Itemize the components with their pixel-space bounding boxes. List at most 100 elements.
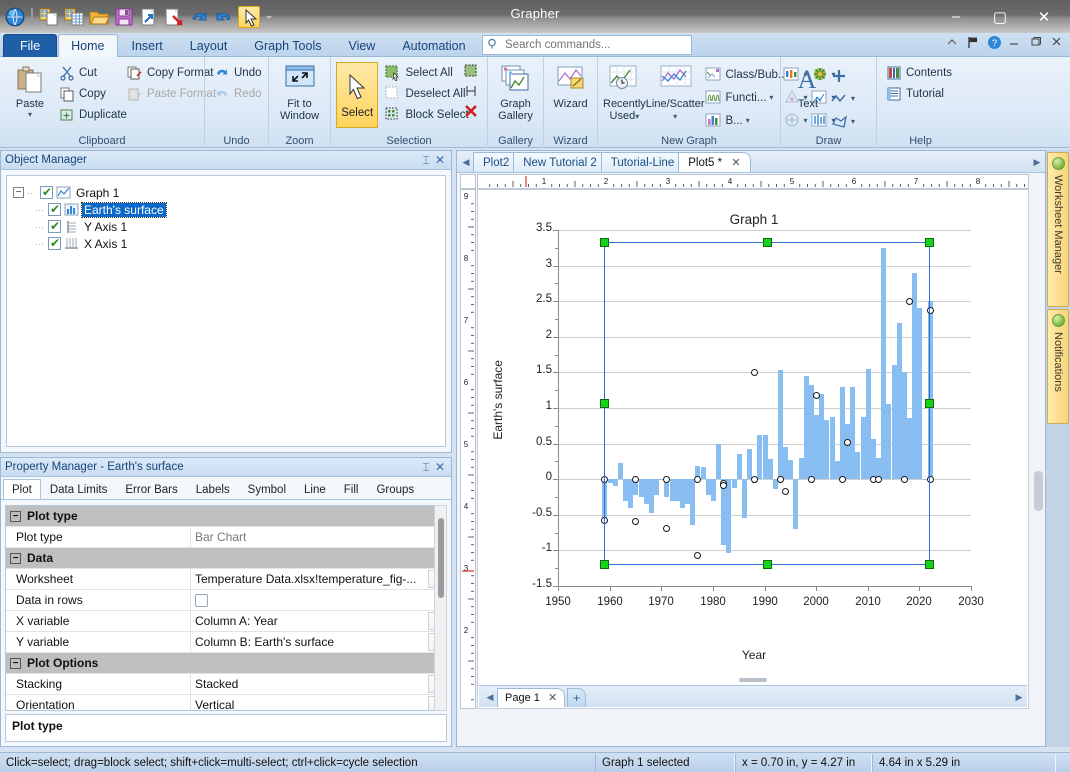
scrollbar-thumb[interactable]: [438, 518, 444, 598]
property-row-orientation[interactable]: Orientation Vertical ▾: [6, 694, 446, 710]
page-nav-right-icon[interactable]: ▶: [1011, 687, 1027, 707]
selection-handle-middle-left[interactable]: [599, 398, 609, 408]
property-manager-close-button[interactable]: ✕: [433, 460, 447, 474]
tree-item-y-axis-1[interactable]: ··· Y Axis 1: [7, 218, 445, 235]
scrollbar-thumb[interactable]: [1034, 471, 1043, 511]
tree-item-graph-1[interactable]: − ·· Graph 1: [7, 184, 445, 201]
visibility-checkbox[interactable]: [40, 185, 53, 199]
function-plot-button[interactable]: Functi... ▾: [705, 87, 783, 108]
selection-handle-bottom-center[interactable]: [762, 560, 772, 570]
tab-insert[interactable]: Insert: [119, 34, 176, 57]
expander-icon[interactable]: −: [10, 552, 21, 564]
copy-button[interactable]: Copy: [55, 84, 123, 104]
visibility-checkbox[interactable]: [48, 219, 61, 233]
visibility-checkbox[interactable]: [48, 202, 61, 216]
tutorial-button[interactable]: Tutorial: [882, 84, 956, 104]
property-row-worksheet[interactable]: Worksheet Temperature Data.xlsx!temperat…: [6, 568, 446, 590]
property-group-plot-options[interactable]: − Plot Options: [6, 653, 446, 674]
expander-icon[interactable]: −: [10, 657, 21, 669]
fit-to-window-button[interactable]: Fit to Window: [274, 62, 325, 122]
tab-labels[interactable]: Labels: [187, 479, 239, 499]
property-row-plot-type[interactable]: Plot type Bar Chart: [6, 526, 446, 548]
plot-tab-new-tutorial-2[interactable]: New Tutorial 2: [513, 152, 607, 172]
close-window-icon[interactable]: [1050, 35, 1064, 51]
redo-button[interactable]: Redo: [210, 84, 266, 104]
property-value[interactable]: Temperature Data.xlsx!temperature_fig-..…: [191, 569, 446, 590]
vertical-ruler[interactable]: 9 8 7 6 5 4 3 2: [460, 189, 476, 709]
maximize-window-icon[interactable]: [1029, 35, 1043, 51]
copy-format-button[interactable]: Copy Format: [123, 63, 213, 83]
close-button[interactable]: ✕: [1022, 2, 1066, 32]
resize-grip-icon[interactable]: [1056, 754, 1070, 772]
tab-file[interactable]: File: [3, 34, 58, 57]
window-buttons[interactable]: – ▢ ✕: [934, 0, 1066, 33]
select-all-button[interactable]: Select All: [381, 63, 463, 83]
contents-button[interactable]: Contents: [882, 63, 956, 83]
tab-data-limits[interactable]: Data Limits: [41, 479, 117, 499]
cut-button[interactable]: Cut: [55, 63, 123, 83]
polyline-icon[interactable]: [830, 90, 848, 108]
wizard-button[interactable]: Wizard: [549, 62, 592, 110]
add-shape-icon[interactable]: [830, 67, 848, 85]
flag-icon[interactable]: [966, 35, 980, 51]
property-manager-pin-button[interactable]: ⌶: [419, 460, 433, 475]
undo-button[interactable]: Undo: [210, 63, 266, 83]
paste-dropdown-arrow[interactable]: ▾: [28, 110, 32, 119]
property-group-plot-type[interactable]: − Plot type: [6, 506, 446, 527]
text-tool-button[interactable]: A Text: [786, 62, 830, 110]
property-value[interactable]: Stacked ▾: [191, 674, 446, 695]
property-value[interactable]: [191, 590, 446, 611]
tab-fill[interactable]: Fill: [335, 479, 368, 499]
selection-handle-bottom-right[interactable]: [925, 560, 935, 570]
sidebar-tab-worksheet-manager[interactable]: Worksheet Manager: [1047, 152, 1069, 307]
minimize-button[interactable]: –: [934, 2, 978, 32]
page-tab-page-1[interactable]: Page 1 ✕: [497, 688, 566, 707]
tab-view[interactable]: View: [335, 34, 388, 57]
property-row-y-variable[interactable]: Y variable Column B: Earth's surface ▾: [6, 631, 446, 653]
class-bubble-button[interactable]: Class/Bub... ▾: [705, 64, 795, 85]
tab-symbol[interactable]: Symbol: [239, 479, 295, 499]
selection-handle-middle-right[interactable]: [925, 398, 935, 408]
property-group-data[interactable]: − Data: [6, 548, 446, 569]
tab-layout[interactable]: Layout: [177, 34, 241, 57]
recently-used-button[interactable]: Recently Used▾: [603, 62, 646, 123]
restore-window-icon[interactable]: [1008, 35, 1022, 51]
duplicate-button[interactable]: Duplicate: [55, 105, 127, 125]
polygon-icon[interactable]: [830, 113, 848, 131]
selection-handle-top-center[interactable]: [762, 237, 772, 247]
search-input[interactable]: [503, 38, 683, 52]
tab-graph-tools[interactable]: Graph Tools: [241, 34, 334, 57]
expander-icon[interactable]: −: [13, 187, 24, 198]
plot-tab-tutorial-line[interactable]: Tutorial-Line: [600, 152, 685, 172]
polyline-row[interactable]: ▾: [830, 88, 855, 109]
add-shape-row[interactable]: [830, 65, 855, 86]
canvas-vertical-scrollbar[interactable]: [1034, 191, 1043, 706]
close-icon[interactable]: ✕: [731, 157, 740, 169]
data-in-rows-checkbox[interactable]: [195, 593, 208, 607]
object-manager-close-button[interactable]: ✕: [433, 153, 447, 167]
property-value[interactable]: Column B: Earth's surface ▾: [191, 632, 446, 653]
property-grid-scrollbar[interactable]: [434, 505, 447, 711]
polygon-row[interactable]: ▾: [830, 111, 855, 132]
paste-button[interactable]: Paste ▾: [5, 62, 55, 119]
property-row-data-in-rows[interactable]: Data in rows: [6, 589, 446, 611]
tab-error-bars[interactable]: Error Bars: [116, 479, 186, 499]
line-scatter-button[interactable]: Line/Scatter ▾: [646, 62, 705, 123]
horizontal-ruler[interactable]: 1 2 3 4 5 6 7 8: [477, 174, 1029, 189]
selection-handle-top-left[interactable]: [599, 237, 609, 247]
tab-automation[interactable]: Automation: [389, 34, 478, 57]
object-manager-pin-button[interactable]: ⌶: [419, 153, 433, 168]
deselect-all-button[interactable]: Deselect All: [381, 84, 466, 104]
sidebar-tab-notifications[interactable]: Notifications: [1047, 309, 1069, 424]
collapse-ribbon-icon[interactable]: [945, 35, 959, 51]
maximize-button[interactable]: ▢: [978, 2, 1022, 32]
polygon-dropdown-arrow[interactable]: ▾: [851, 117, 855, 126]
tab-groups[interactable]: Groups: [367, 479, 423, 499]
select-button[interactable]: Select: [336, 62, 379, 128]
tab-nav-right-icon[interactable]: ▶: [1029, 152, 1045, 172]
property-value[interactable]: Vertical ▾: [191, 695, 446, 710]
plot-canvas[interactable]: Graph 1 -1.5 -1 -0.5 0 0.5 1 1.5 2 2.5 3 3.5 1950 19…: [477, 189, 1029, 709]
property-tabs[interactable]: Plot Data Limits Error Bars Labels Symbo…: [1, 479, 451, 500]
tab-plot[interactable]: Plot: [3, 479, 41, 499]
function-plot-dropdown-arrow[interactable]: ▾: [769, 93, 773, 102]
